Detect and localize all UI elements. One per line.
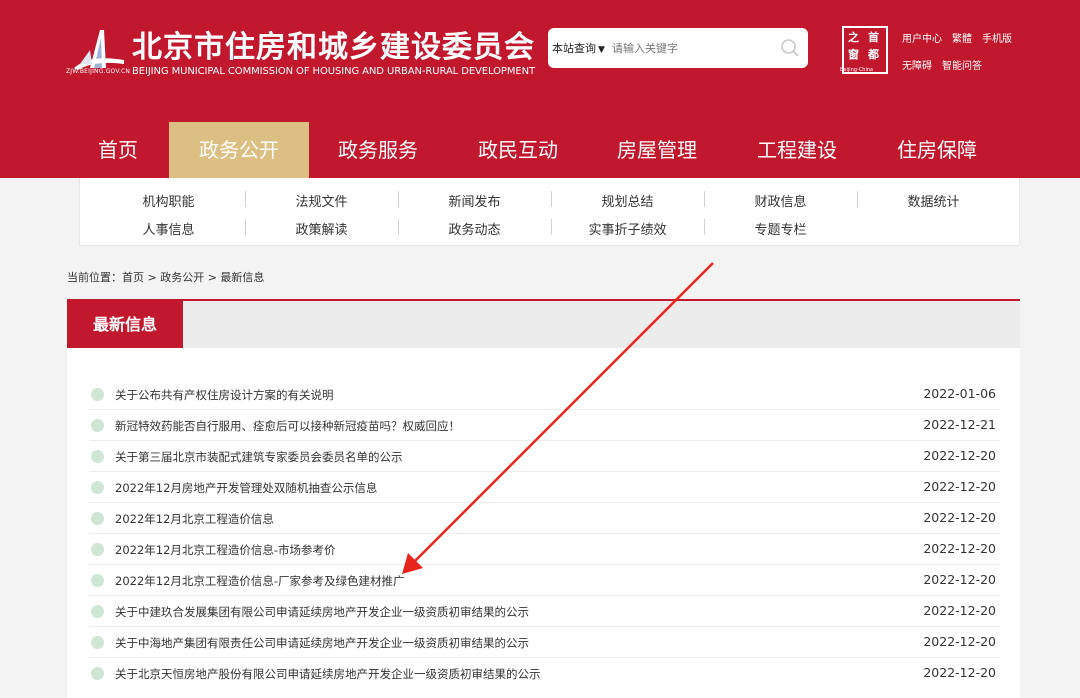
nav-item-home[interactable]: 首页 xyxy=(48,122,188,178)
link-smart-qa[interactable]: 智能问答 xyxy=(942,61,982,72)
link-user-center[interactable]: 用户中心 xyxy=(902,34,942,45)
main-nav: 首页 政务公开 政务服务 政民互动 房屋管理 工程建设 住房保障 xyxy=(0,122,1080,178)
breadcrumb[interactable]: 当前位置：首页 > 政务公开 > 最新信息 xyxy=(67,269,264,285)
submenu-item[interactable]: 数据统计 xyxy=(857,191,1010,210)
news-list: 关于公布共有产权住房设计方案的有关说明 2022-01-06 新冠特效药能否自行服… xyxy=(89,379,1000,689)
divider xyxy=(551,191,552,207)
list-item[interactable]: 新冠特效药能否自行服用、痊愈后可以接种新冠疫苗吗？权威回应！ 2022-12-21 xyxy=(89,410,1000,441)
news-title[interactable]: 关于北京天恒房地产股份有限公司申请延续房地产开发企业一级资质初审结果的公示 xyxy=(115,666,541,682)
divider xyxy=(704,219,705,235)
list-item[interactable]: 关于第三届北京市装配式建筑专家委员会委员名单的公示 2022-12-20 xyxy=(89,441,1000,472)
nav-item-housing-security[interactable]: 住房保障 xyxy=(867,122,1007,178)
seal-char: 之 xyxy=(848,31,859,44)
bullet-dot-icon xyxy=(91,574,104,587)
news-date: 2022-12-20 xyxy=(923,665,996,680)
list-item[interactable]: 关于中建玖合发展集团有限公司申请延续房地产开发企业一级资质初审结果的公示 2022… xyxy=(89,596,1000,627)
list-item[interactable]: 关于中海地产集团有限责任公司申请延续房地产开发企业一级资质初审结果的公示 2022… xyxy=(89,627,1000,658)
submenu-item[interactable]: 机构职能 xyxy=(92,191,245,210)
bullet-dot-icon xyxy=(91,543,104,556)
submenu-item[interactable]: 法规文件 xyxy=(245,191,398,210)
list-item[interactable]: 关于北京天恒房地产股份有限公司申请延续房地产开发企业一级资质初审结果的公示 202… xyxy=(89,658,1000,689)
nav-item-construction[interactable]: 工程建设 xyxy=(727,122,867,178)
divider xyxy=(857,191,858,207)
news-date: 2022-12-21 xyxy=(923,417,996,432)
search-scope-label: 本站查询 xyxy=(552,42,596,55)
divider xyxy=(704,191,705,207)
submenu-item[interactable]: 实事折子绩效 xyxy=(551,219,704,238)
submenu-item[interactable]: 政务动态 xyxy=(398,219,551,238)
divider xyxy=(245,219,246,235)
news-date: 2022-12-20 xyxy=(923,634,996,649)
submenu-item[interactable]: 专题专栏 xyxy=(704,219,857,238)
list-item[interactable]: 2022年12月北京工程造价信息 2022-12-20 xyxy=(89,503,1000,534)
chevron-down-icon: ▼ xyxy=(598,45,605,55)
nav-item-gov-affairs-open[interactable]: 政务公开 xyxy=(169,122,309,178)
submenu-item[interactable]: 财政信息 xyxy=(704,191,857,210)
news-title[interactable]: 关于中海地产集团有限责任公司申请延续房地产开发企业一级资质初审结果的公示 xyxy=(115,635,529,651)
news-date: 2022-12-20 xyxy=(923,572,996,587)
bullet-dot-icon xyxy=(91,512,104,525)
news-title[interactable]: 2022年12月北京工程造价信息 xyxy=(115,511,274,527)
news-title[interactable]: 2022年12月房地产开发管理处双随机抽查公示信息 xyxy=(115,480,377,496)
nav-item-gov-services[interactable]: 政务服务 xyxy=(308,122,448,178)
list-item[interactable]: 2022年12月北京工程造价信息-厂家参考及绿色建材推广 2022-12-20 xyxy=(89,565,1000,596)
news-title[interactable]: 2022年12月北京工程造价信息-市场参考价 xyxy=(115,542,336,558)
top-links-row1: 用户中心 繁體 手机版 xyxy=(902,30,1022,45)
bullet-dot-icon xyxy=(91,388,104,401)
submenu-panel: 机构职能 法规文件 新闻发布 规划总结 财政信息 数据统计 人事信息 政策解读 … xyxy=(79,178,1020,246)
tab-latest-info[interactable]: 最新信息 xyxy=(67,301,183,348)
news-panel: 最新信息 关于公布共有产权住房设计方案的有关说明 2022-01-06 新冠特效药… xyxy=(67,299,1020,698)
seal-char: 都 xyxy=(868,48,879,61)
news-title[interactable]: 2022年12月北京工程造价信息-厂家参考及绿色建材推广 xyxy=(115,573,405,589)
site-subtitle: BEIJING MUNICIPAL COMMISSION OF HOUSING … xyxy=(132,66,535,77)
news-date: 2022-12-20 xyxy=(923,448,996,463)
news-date: 2022-01-06 xyxy=(923,386,996,401)
news-title[interactable]: 新冠特效药能否自行服用、痊愈后可以接种新冠疫苗吗？权威回应！ xyxy=(115,418,460,434)
seal-char: 窗 xyxy=(848,48,859,61)
news-title[interactable]: 关于公布共有产权住房设计方案的有关说明 xyxy=(115,387,334,403)
bullet-dot-icon xyxy=(91,636,104,649)
submenu-item[interactable]: 规划总结 xyxy=(551,191,704,210)
list-item[interactable]: 2022年12月北京工程造价信息-市场参考价 2022-12-20 xyxy=(89,534,1000,565)
site-title[interactable]: 北京市住房和城乡建设委员会 xyxy=(132,22,535,66)
link-accessibility[interactable]: 无障碍 xyxy=(902,61,932,72)
news-title[interactable]: 关于第三届北京市装配式建筑专家委员会委员名单的公示 xyxy=(115,449,403,465)
site-header: ZJW.BEIJING.GOV.CN 北京市住房和城乡建设委员会 BEIJING… xyxy=(0,0,1080,122)
submenu-item[interactable]: 人事信息 xyxy=(92,219,245,238)
submenu-item[interactable]: 新闻发布 xyxy=(398,191,551,210)
bullet-dot-icon xyxy=(91,450,104,463)
link-mobile[interactable]: 手机版 xyxy=(982,34,1012,45)
bullet-dot-icon xyxy=(91,667,104,680)
news-date: 2022-12-20 xyxy=(923,603,996,618)
news-date: 2022-12-20 xyxy=(923,510,996,525)
seal-char: 首 xyxy=(868,31,879,44)
link-traditional[interactable]: 繁體 xyxy=(952,34,972,45)
top-links-row2: 无障碍 智能问答 xyxy=(902,57,992,72)
search-box: 本站查询 ▼ xyxy=(548,28,808,68)
logo-domain-text: ZJW.BEIJING.GOV.CN xyxy=(66,68,131,75)
submenu-item[interactable]: 政策解读 xyxy=(245,219,398,238)
divider xyxy=(245,191,246,207)
bullet-dot-icon xyxy=(91,481,104,494)
list-item[interactable]: 关于公布共有产权住房设计方案的有关说明 2022-01-06 xyxy=(89,379,1000,410)
search-input[interactable] xyxy=(612,37,772,59)
divider xyxy=(551,219,552,235)
news-date: 2022-12-20 xyxy=(923,479,996,494)
search-icon[interactable] xyxy=(780,38,800,58)
news-date: 2022-12-20 xyxy=(923,541,996,556)
divider xyxy=(398,219,399,235)
bullet-dot-icon xyxy=(91,605,104,618)
seal-caption: Beijing-China xyxy=(840,67,874,73)
nav-item-housing[interactable]: 房屋管理 xyxy=(587,122,727,178)
news-title[interactable]: 关于中建玖合发展集团有限公司申请延续房地产开发企业一级资质初审结果的公示 xyxy=(115,604,529,620)
bullet-dot-icon xyxy=(91,419,104,432)
nav-item-interaction[interactable]: 政民互动 xyxy=(448,122,588,178)
list-item[interactable]: 2022年12月房地产开发管理处双随机抽查公示信息 2022-12-20 xyxy=(89,472,1000,503)
panel-tab-bar xyxy=(67,301,1020,348)
search-scope-select[interactable]: 本站查询 ▼ xyxy=(552,40,605,56)
divider xyxy=(398,191,399,207)
